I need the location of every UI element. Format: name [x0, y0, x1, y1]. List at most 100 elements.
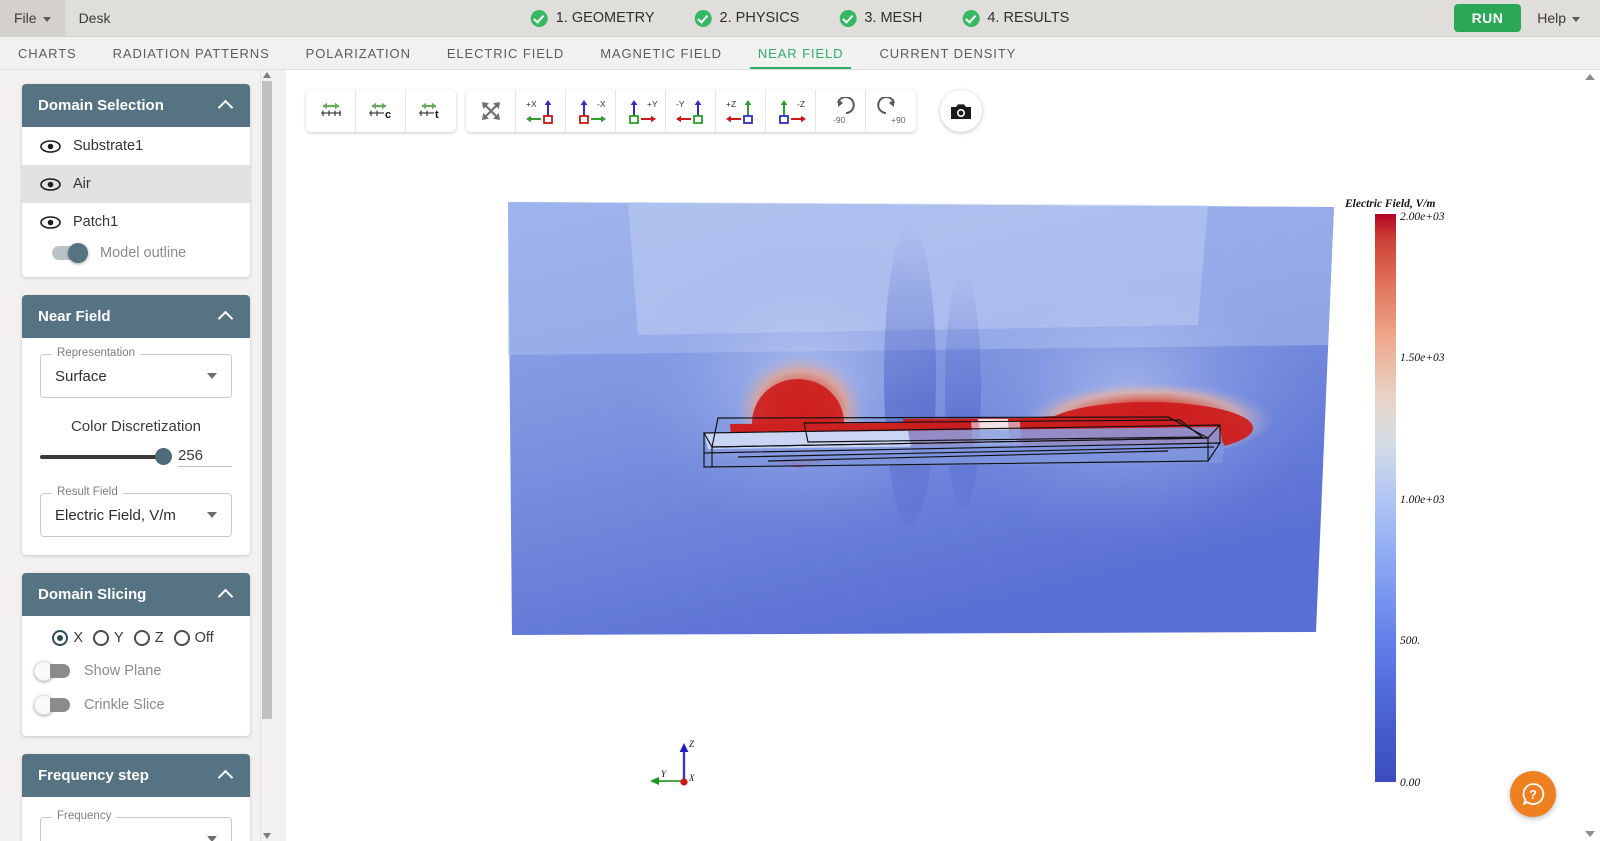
chevron-down-icon: [42, 16, 51, 22]
frequency-select[interactable]: Frequency: [40, 810, 232, 841]
model-outline-toggle[interactable]: [52, 243, 88, 263]
view-scale-t-button[interactable]: t: [406, 90, 456, 132]
svg-text:-Y: -Y: [676, 99, 685, 109]
step-mesh[interactable]: 3. MESH: [839, 9, 922, 27]
run-button[interactable]: RUN: [1453, 4, 1522, 32]
rotate-ccw-button[interactable]: -90: [816, 90, 866, 132]
eye-icon[interactable]: [40, 215, 61, 229]
help-button[interactable]: ?: [1510, 771, 1556, 817]
top-menu-bar: File Desk 1. GEOMETRY 2. PHYSICS 3. MESH…: [0, 0, 1600, 37]
viewport-toolbar: c t +X -X +Y -Y +Z -Z -90 +90: [306, 90, 982, 132]
check-circle-icon: [839, 9, 857, 27]
radio-icon[interactable]: [133, 630, 150, 646]
crinkle-slice-row: Crinkle Slice: [22, 688, 250, 722]
panel-near-field-header[interactable]: Near Field: [22, 295, 250, 338]
color-discretization-slider[interactable]: [40, 448, 172, 465]
tab-polarization[interactable]: POLARIZATION: [288, 37, 429, 69]
svg-text:t: t: [435, 109, 439, 121]
result-field-select[interactable]: Result Field Electric Field, V/m: [40, 486, 232, 537]
slicing-radio-x-label: X: [73, 630, 84, 646]
slicing-radio-off[interactable]: Off: [173, 630, 220, 646]
sidebar-scroll-content: Domain Selection Substrate1 Air Patch1 M…: [0, 70, 262, 841]
svg-text:2.00e+03: 2.00e+03: [1400, 211, 1445, 223]
panel-domain-selection-header[interactable]: Domain Selection: [22, 84, 250, 127]
slicing-radio-z[interactable]: Z: [133, 630, 170, 646]
sidebar-scrollbar[interactable]: [260, 70, 272, 841]
chevron-up-icon: [217, 310, 234, 327]
menu-file-label: File: [14, 10, 37, 26]
check-circle-icon: [962, 9, 980, 27]
chevron-down-icon: [207, 512, 217, 518]
sidebar-scrollbar-thumb[interactable]: [262, 81, 272, 719]
view-scale-all-button[interactable]: [306, 90, 356, 132]
slicing-radio-off-label: Off: [194, 630, 214, 646]
panel-frequency-step: Frequency step Frequency: [22, 754, 250, 841]
chevron-up-icon: [217, 588, 234, 605]
crinkle-slice-toggle[interactable]: [34, 695, 70, 715]
near-field-plot[interactable]: [508, 195, 1348, 650]
colorbar-title-text: Electric Field, V/m: [1344, 198, 1435, 210]
step-physics[interactable]: 2. PHYSICS: [694, 9, 799, 27]
tab-charts[interactable]: CHARTS: [0, 37, 95, 69]
check-circle-icon: [694, 9, 712, 27]
tab-radiation-patterns[interactable]: RADIATION PATTERNS: [95, 37, 288, 69]
tab-near-field[interactable]: NEAR FIELD: [740, 37, 862, 69]
view-minus-y-button[interactable]: -Y: [666, 90, 716, 132]
menu-desk[interactable]: Desk: [65, 0, 125, 36]
zoom-to-fit-button[interactable]: [466, 90, 516, 132]
radio-icon[interactable]: [93, 630, 110, 646]
slicing-radio-x[interactable]: X: [52, 630, 89, 646]
rotate-cw-button[interactable]: +90: [866, 90, 916, 132]
viewport-scroll-down-icon[interactable]: [1585, 831, 1595, 837]
panel-frequency-step-header[interactable]: Frequency step: [22, 754, 250, 797]
radio-icon[interactable]: [52, 630, 69, 646]
frequency-label: Frequency: [52, 810, 117, 822]
tab-electric-field[interactable]: ELECTRIC FIELD: [429, 37, 582, 69]
scroll-up-icon[interactable]: [263, 72, 271, 78]
step-results-label: 4. RESULTS: [987, 10, 1070, 26]
view-minus-x-button[interactable]: -X: [566, 90, 616, 132]
svg-text:c: c: [385, 109, 391, 121]
panel-domain-slicing-title: Domain Slicing: [38, 586, 147, 603]
step-results[interactable]: 4. RESULTS: [962, 9, 1070, 27]
menu-help[interactable]: Help: [1531, 10, 1586, 26]
show-plane-toggle[interactable]: [34, 661, 70, 681]
panel-domain-slicing-header[interactable]: Domain Slicing: [22, 573, 250, 616]
panel-domain-slicing: Domain Slicing X Y Z Off Show Plane Crin…: [22, 573, 250, 736]
view-plus-y-button[interactable]: +Y: [616, 90, 666, 132]
view-scale-c-button[interactable]: c: [356, 90, 406, 132]
colorbar-legend: Electric Field, V/m 2.00e+03 1.50e+03 1.…: [1343, 198, 1473, 798]
panel-frequency-step-body: Frequency: [22, 797, 250, 841]
view-plus-z-button[interactable]: +Z: [716, 90, 766, 132]
view-minus-z-button[interactable]: -Z: [766, 90, 816, 132]
domain-item-substrate1[interactable]: Substrate1: [22, 127, 250, 165]
eye-icon[interactable]: [40, 139, 61, 153]
slicing-radio-y[interactable]: Y: [93, 630, 130, 646]
domain-item-patch1[interactable]: Patch1: [22, 203, 250, 241]
tab-magnetic-field[interactable]: MAGNETIC FIELD: [582, 37, 740, 69]
menubar-right-tools: RUN Help: [1453, 4, 1600, 32]
representation-select[interactable]: Representation Surface: [40, 347, 232, 398]
step-geometry[interactable]: 1. GEOMETRY: [530, 9, 655, 27]
viewport-scroll-up-icon[interactable]: [1585, 74, 1595, 80]
viewport-3d[interactable]: c t +X -X +Y -Y +Z -Z -90 +90 Z Y X Elec…: [286, 70, 1600, 841]
radio-icon[interactable]: [173, 630, 190, 646]
svg-text:-X: -X: [597, 99, 606, 109]
scale-button-group: c t: [306, 90, 456, 132]
screenshot-button[interactable]: [940, 90, 982, 132]
chevron-down-icon: [1572, 16, 1580, 22]
slicing-radio-y-label: Y: [114, 630, 124, 646]
slider-thumb[interactable]: [155, 448, 172, 465]
view-plus-x-button[interactable]: +X: [516, 90, 566, 132]
scroll-down-icon[interactable]: [263, 833, 271, 839]
color-discretization-input[interactable]: 256: [178, 447, 232, 467]
tab-current-density[interactable]: CURRENT DENSITY: [861, 37, 1034, 69]
svg-text:+X: +X: [526, 99, 537, 109]
result-field-label: Result Field: [52, 486, 123, 498]
menu-file[interactable]: File: [0, 0, 65, 36]
domain-item-air[interactable]: Air: [22, 165, 250, 203]
show-plane-label: Show Plane: [84, 663, 162, 679]
model-outline-row: Model outline: [22, 241, 250, 277]
main-area: Domain Selection Substrate1 Air Patch1 M…: [0, 70, 1600, 841]
eye-icon[interactable]: [40, 177, 61, 191]
